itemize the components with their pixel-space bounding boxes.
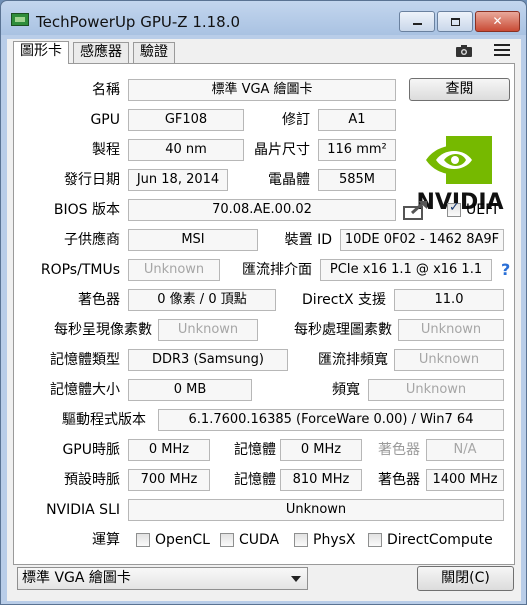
default-clock-value[interactable]: 700 MHz: [128, 469, 210, 491]
shaders-label: 著色器: [78, 292, 120, 308]
gpu-value[interactable]: GF108: [128, 109, 244, 131]
gpu-clock-label: GPU時脈: [62, 442, 120, 458]
subvendor-value[interactable]: MSI: [128, 229, 258, 251]
memory-type-value[interactable]: DDR3 (Samsung): [128, 349, 288, 371]
revision-label: 修訂: [282, 112, 310, 128]
pixel-fillrate-value[interactable]: Unknown: [158, 319, 258, 341]
bandwidth-value[interactable]: Unknown: [368, 379, 504, 401]
chevron-down-icon: [291, 576, 301, 582]
bandwidth-label: 頻寬: [332, 382, 360, 398]
directcompute-label: DirectCompute: [387, 532, 493, 548]
die-size-label: 晶片尺寸: [254, 142, 310, 158]
physx-checkbox[interactable]: [294, 533, 308, 547]
device-id-label: 裝置 ID: [284, 232, 332, 248]
memory-type-label: 記憶體類型: [50, 352, 120, 368]
nvidia-eye-icon: [426, 136, 492, 184]
camera-icon[interactable]: [456, 45, 472, 57]
bus-interface-label: 匯流排介面: [242, 262, 312, 278]
share-bios-icon[interactable]: [402, 199, 430, 221]
bus-width-label: 匯流排頻寬: [318, 352, 388, 368]
default-shader-label: 著色器: [378, 472, 420, 488]
shader-clock-label: 著色器: [378, 442, 420, 458]
close-button[interactable]: 關閉(C): [417, 566, 514, 591]
tab-validation[interactable]: 驗證: [133, 42, 175, 63]
gpu-label: GPU: [90, 112, 120, 128]
memory-size-value[interactable]: 0 MB: [128, 379, 252, 401]
opencl-label: OpenCL: [155, 532, 210, 548]
default-memory-label: 記憶體: [234, 472, 276, 488]
maximize-icon: [450, 18, 460, 26]
device-id-value[interactable]: 10DE 0F02 - 1462 8A9F: [340, 229, 504, 251]
texture-fillrate-label: 每秒處理圖素數: [294, 322, 392, 338]
release-date-label: 發行日期: [64, 172, 120, 188]
title-bar[interactable]: TechPowerUp GPU-Z 1.18.0 ✕: [1, 1, 526, 35]
default-clock-label: 預設時脈: [64, 472, 120, 488]
close-icon: ✕: [492, 14, 503, 28]
transistors-label: 電晶體: [268, 172, 310, 188]
pixel-fillrate-label: 每秒呈現像素數: [54, 322, 152, 338]
release-date-value[interactable]: Jun 18, 2014: [128, 169, 228, 191]
process-label: 製程: [92, 142, 120, 158]
gpuz-app-icon: [11, 13, 29, 26]
shader-clock-value[interactable]: N/A: [426, 439, 504, 461]
minimize-button[interactable]: [399, 11, 435, 32]
client-area: 圖形卡 感應器 驗證 名稱 標準 VGA 繪圖卡 查閱 GPU GF108 修訂…: [7, 39, 521, 601]
directcompute-checkbox[interactable]: [368, 533, 382, 547]
memory-clock-value[interactable]: 0 MHz: [280, 439, 362, 461]
shaders-value[interactable]: 0 像素 / 0 頂點: [128, 289, 276, 311]
close-window-button[interactable]: ✕: [475, 11, 520, 32]
driver-version-value[interactable]: 6.1.7600.16385 (ForceWare 0.00) / Win7 6…: [158, 409, 504, 431]
transistors-value[interactable]: 585M: [318, 169, 396, 191]
bus-width-value[interactable]: Unknown: [394, 349, 504, 371]
tab-sensors[interactable]: 感應器: [73, 42, 129, 63]
maximize-button[interactable]: [437, 11, 473, 32]
lookup-button[interactable]: 查閱: [409, 78, 510, 101]
cuda-label: CUDA: [239, 532, 280, 548]
name-label: 名稱: [92, 82, 120, 98]
uefi-checkbox[interactable]: [447, 200, 461, 217]
card-select-value: 標準 VGA 繪圖卡: [22, 570, 131, 586]
nvidia-sli-value[interactable]: Unknown: [128, 499, 504, 521]
texture-fillrate-value[interactable]: Unknown: [398, 319, 504, 341]
default-memory-value[interactable]: 810 MHz: [280, 469, 362, 491]
bios-version-value[interactable]: 70.08.AE.00.02: [128, 199, 396, 221]
rops-tmus-value[interactable]: Unknown: [128, 259, 220, 281]
minimize-icon: [412, 23, 422, 25]
bus-interface-value[interactable]: PCIe x16 1.1 @ x16 1.1: [320, 259, 492, 281]
gpu-clock-value[interactable]: 0 MHz: [128, 439, 210, 461]
driver-version-label: 驅動程式版本: [62, 412, 146, 428]
graphics-card-panel: 名稱 標準 VGA 繪圖卡 查閱 GPU GF108 修訂 A1 製程 40 n…: [13, 63, 515, 565]
directx-support-label: DirectX 支援: [302, 292, 386, 308]
app-window: TechPowerUp GPU-Z 1.18.0 ✕ 圖形卡 感應器 驗證 名稱: [0, 0, 527, 605]
default-shader-value[interactable]: 1400 MHz: [426, 469, 504, 491]
directx-support-value[interactable]: 11.0: [394, 289, 504, 311]
card-select-dropdown[interactable]: 標準 VGA 繪圖卡: [17, 567, 308, 590]
process-value[interactable]: 40 nm: [128, 139, 244, 161]
subvendor-label: 子供應商: [64, 232, 120, 248]
computing-label: 運算: [92, 532, 120, 548]
bios-version-label: BIOS 版本: [53, 202, 120, 218]
memory-clock-label: 記憶體: [234, 442, 276, 458]
physx-label: PhysX: [313, 532, 356, 548]
cuda-checkbox[interactable]: [220, 533, 234, 547]
rops-tmus-label: ROPs/TMUs: [40, 262, 120, 278]
nvidia-sli-label: NVIDIA SLI: [46, 502, 120, 518]
hamburger-menu-icon[interactable]: [494, 44, 510, 58]
memory-size-label: 記憶體大小: [50, 382, 120, 398]
name-value[interactable]: 標準 VGA 繪圖卡: [128, 79, 396, 101]
uefi-label: UEFI: [466, 202, 498, 218]
tab-graphics-card[interactable]: 圖形卡: [13, 41, 69, 64]
window-title: TechPowerUp GPU-Z 1.18.0: [36, 13, 241, 31]
help-icon[interactable]: ?: [501, 261, 510, 279]
revision-value[interactable]: A1: [318, 109, 396, 131]
die-size-value[interactable]: 116 mm²: [318, 139, 396, 161]
opencl-checkbox[interactable]: [136, 533, 150, 547]
